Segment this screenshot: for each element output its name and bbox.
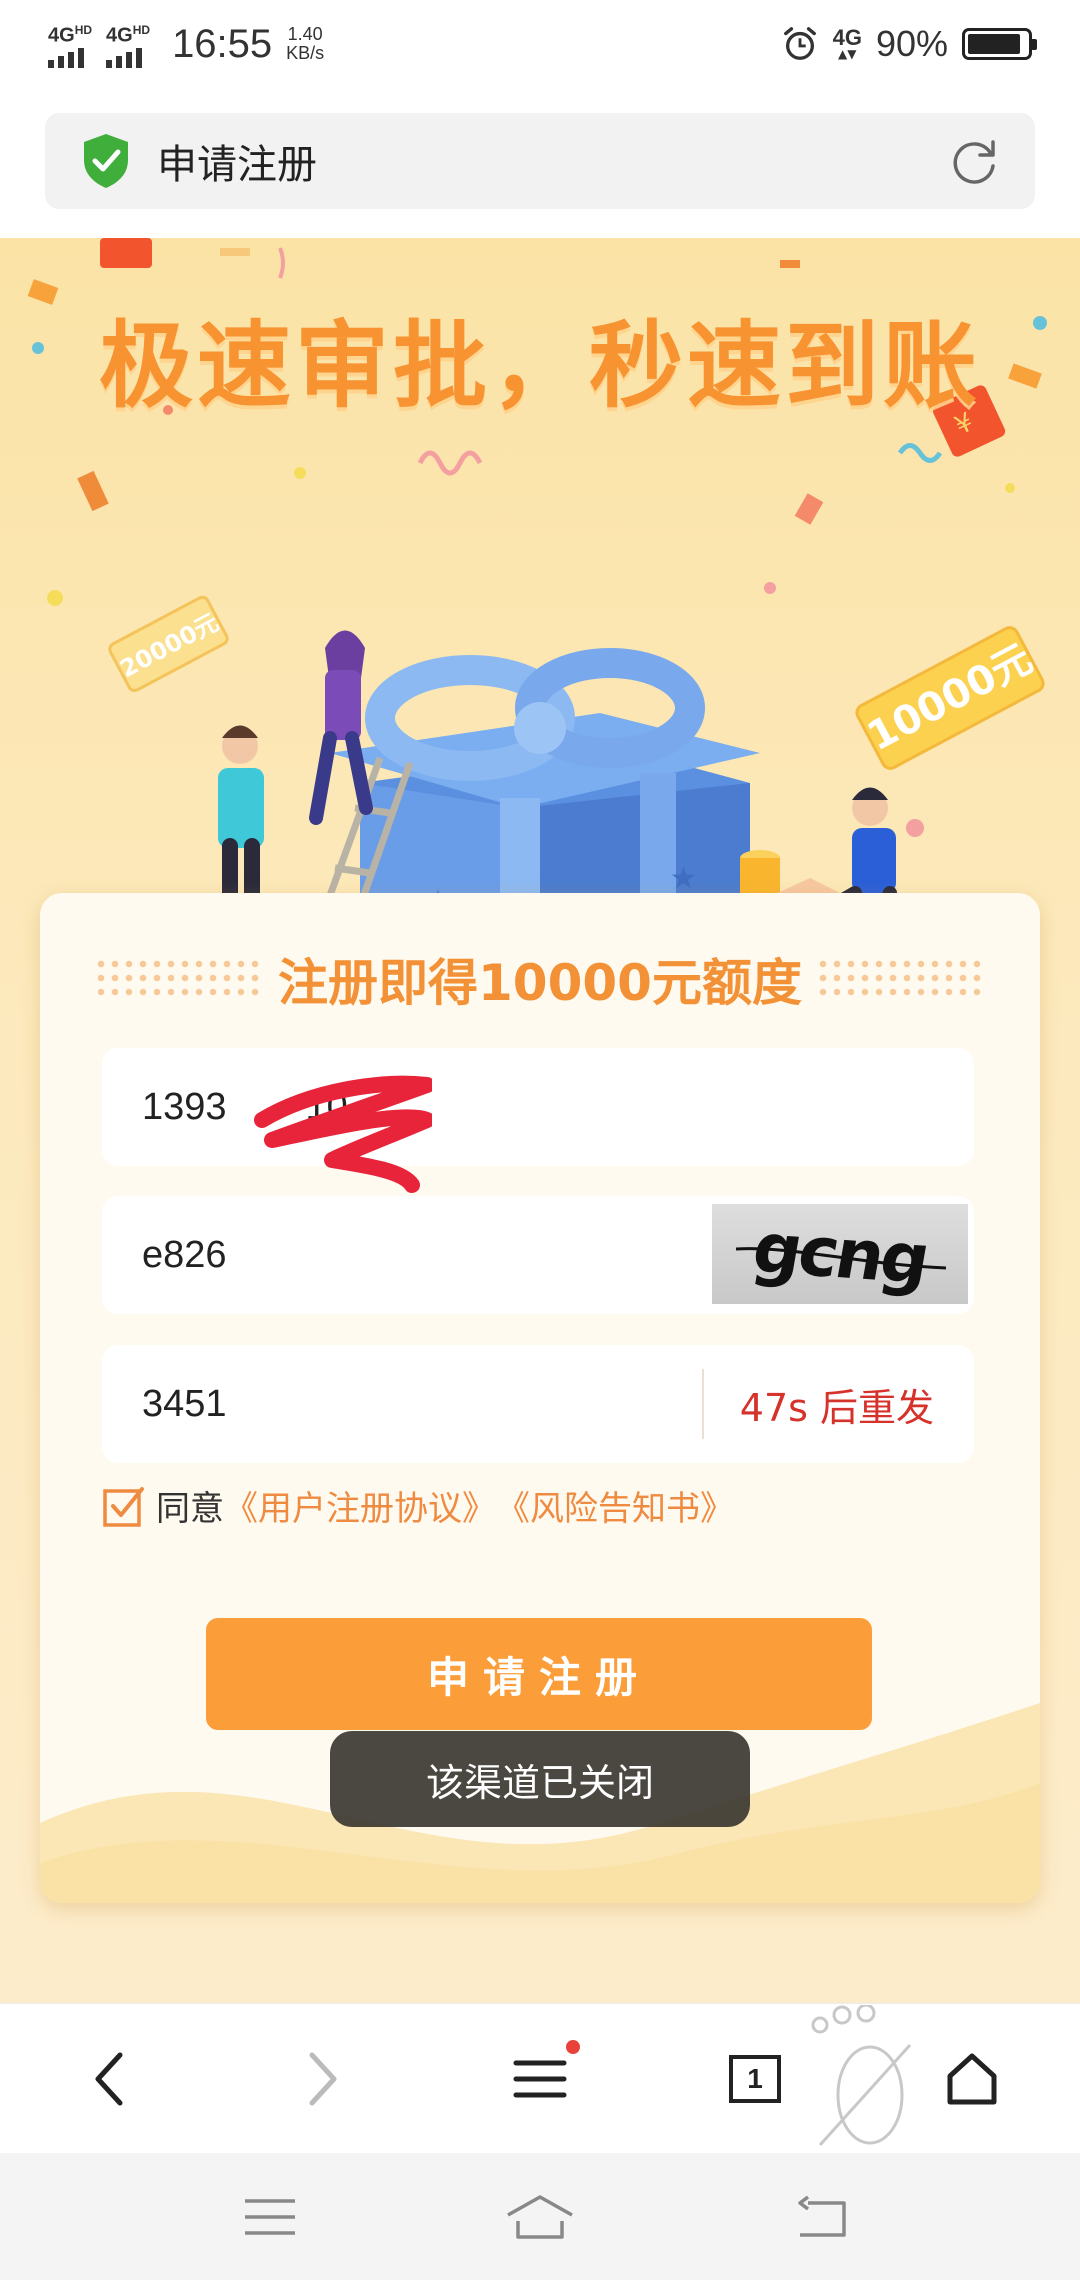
captcha-image[interactable]: gcng [712,1204,968,1304]
dots-decoration [815,957,986,1001]
signal-1: 4GHD [48,20,92,68]
risk-notice-link[interactable]: 《风险告知书》 [496,1481,734,1530]
menu-icon [513,2060,567,2098]
alarm-icon [783,27,816,60]
captcha-noise [736,1247,946,1270]
clock: 16:55 [172,21,273,66]
footprint-watermark-icon [811,2005,912,2147]
agreement-prefix: 同意 [156,1489,224,1529]
shield-check-icon [84,134,128,188]
sms-code-field[interactable]: 47s 后重发 [102,1345,974,1463]
tag-20000: 20000元 [108,595,229,693]
system-home-button[interactable] [480,2153,600,2280]
reload-icon[interactable] [947,134,1001,188]
captcha-field[interactable]: gcng [102,1196,974,1314]
phone-field[interactable]: 1393331110 [102,1048,974,1193]
recent-apps-button[interactable] [210,2153,330,2280]
notification-dot [566,2040,580,2054]
tabs-button[interactable]: 1 [695,2004,815,2154]
battery-icon [962,28,1037,60]
system-back-button[interactable] [762,2153,882,2280]
promo-text: 注册即得10000元额度 [278,954,802,1012]
home-icon [507,2194,573,2239]
back-button[interactable] [50,2004,170,2154]
resend-button[interactable]: 47s 后重发 [740,1345,934,1463]
back-icon [798,2195,846,2237]
net-speed: 1.40 KB/s [286,24,325,63]
signal-2: 4GHD [106,20,150,68]
svg-text:★: ★ [670,861,697,896]
toast: 该渠道已关闭 [330,1731,750,1827]
user-agreement-link[interactable]: 《用户注册协议》 [224,1481,496,1530]
status-bar: 4GHD 4GHD 16:55 1.40 KB/s 4G ▲▼ 90% [0,0,1080,88]
forward-icon [309,2052,337,2106]
agreement-row: 同意 《用户注册协议》 《风险告知书》 [102,1481,734,1530]
captcha-input[interactable] [142,1233,562,1277]
tabs-icon: 1 [729,2055,781,2103]
submit-button[interactable]: 申请注册 [206,1618,872,1730]
network-4g: 4G ▲▼ [832,25,862,61]
redaction-scribble [254,1075,432,1193]
battery-percent: 90% [875,23,948,64]
home-icon [947,2053,997,2105]
sms-code-input[interactable] [142,1382,562,1426]
promo-row: 注册即得10000元额度 [40,943,1040,1015]
divider [702,1369,704,1439]
recent-apps-icon [245,2198,295,2235]
back-icon [95,2052,123,2106]
address-bar[interactable]: 申请注册 [45,113,1035,209]
signal-icon [106,46,143,68]
checkbox-checked-icon[interactable] [102,1484,146,1528]
system-nav-bar [0,2153,1080,2280]
dots-decoration [94,957,265,1001]
menu-button[interactable] [480,2004,600,2154]
signal-icon [48,46,84,68]
page-title: 申请注册 [157,142,317,188]
tag-10000: 10000元 [855,626,1045,770]
forward-button[interactable] [262,2004,382,2154]
